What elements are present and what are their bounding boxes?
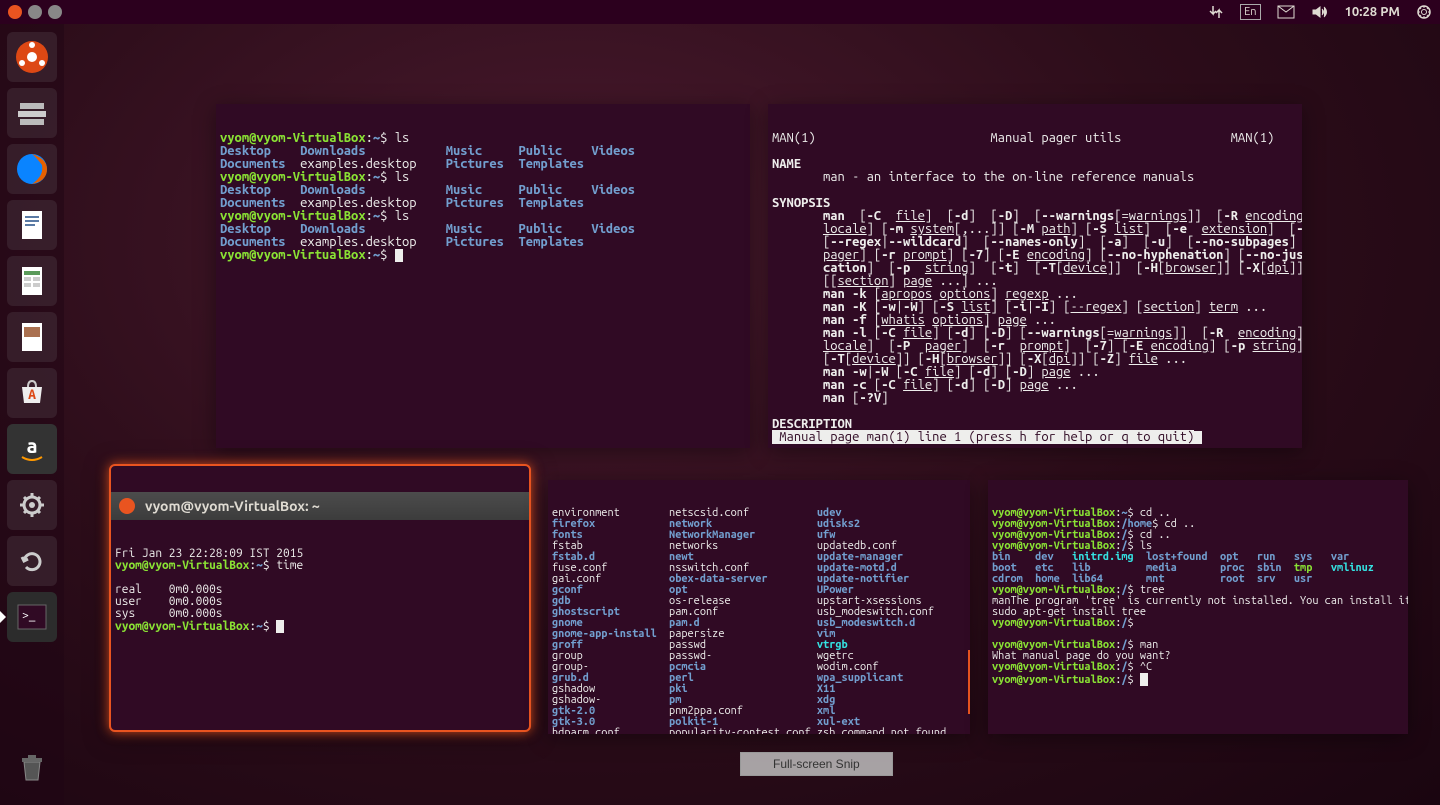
launcher-dash[interactable] — [7, 32, 57, 82]
launcher-terminal[interactable]: >_ — [7, 592, 57, 642]
svg-text:>_: >_ — [22, 609, 36, 622]
minimize-icon[interactable] — [28, 5, 42, 19]
terminal-man[interactable]: MAN(1) Manual pager utils MAN(1) NAME ma… — [768, 104, 1302, 448]
svg-text:a: a — [26, 434, 37, 457]
launcher-writer[interactable] — [7, 200, 57, 250]
clock[interactable]: 10:28 PM — [1337, 5, 1408, 19]
window-controls — [0, 5, 62, 19]
close-icon[interactable] — [8, 5, 22, 19]
launcher: A a >_ — [0, 24, 64, 805]
terminal-ls[interactable]: vyom@vyom-VirtualBox:~$ ls Desktop Downl… — [216, 104, 750, 448]
window-title: vyom@vyom-VirtualBox: ~ — [145, 500, 320, 513]
terminal-etc[interactable]: environment netscsid.conf udev firefox n… — [548, 480, 970, 734]
title-bar[interactable]: vyom@vyom-VirtualBox: ~ — [111, 492, 529, 520]
launcher-calc[interactable] — [7, 256, 57, 306]
close-icon[interactable] — [119, 498, 135, 514]
sound-indicator[interactable] — [1303, 5, 1337, 19]
launcher-firefox[interactable] — [7, 144, 57, 194]
keyboard-indicator[interactable]: En — [1232, 4, 1268, 20]
terminal-root[interactable]: vyom@vyom-VirtualBox:~$ cd .. vyom@vyom-… — [988, 480, 1408, 734]
snip-label: Full-screen Snip — [740, 752, 893, 776]
launcher-amazon[interactable]: a — [7, 424, 57, 474]
network-indicator[interactable] — [1200, 4, 1232, 20]
launcher-files[interactable] — [7, 88, 57, 138]
launcher-software-center[interactable]: A — [7, 368, 57, 418]
launcher-trash[interactable] — [7, 743, 57, 793]
maximize-icon[interactable] — [48, 5, 62, 19]
session-indicator[interactable] — [1408, 4, 1440, 20]
terminal-time[interactable]: vyom@vyom-VirtualBox: ~ Fri Jan 23 22:28… — [109, 464, 531, 732]
launcher-updates[interactable] — [7, 536, 57, 586]
messages-indicator[interactable] — [1269, 5, 1303, 19]
top-panel: En 10:28 PM — [0, 0, 1440, 24]
launcher-settings[interactable] — [7, 480, 57, 530]
launcher-impress[interactable] — [7, 312, 57, 362]
svg-text:A: A — [28, 386, 36, 402]
